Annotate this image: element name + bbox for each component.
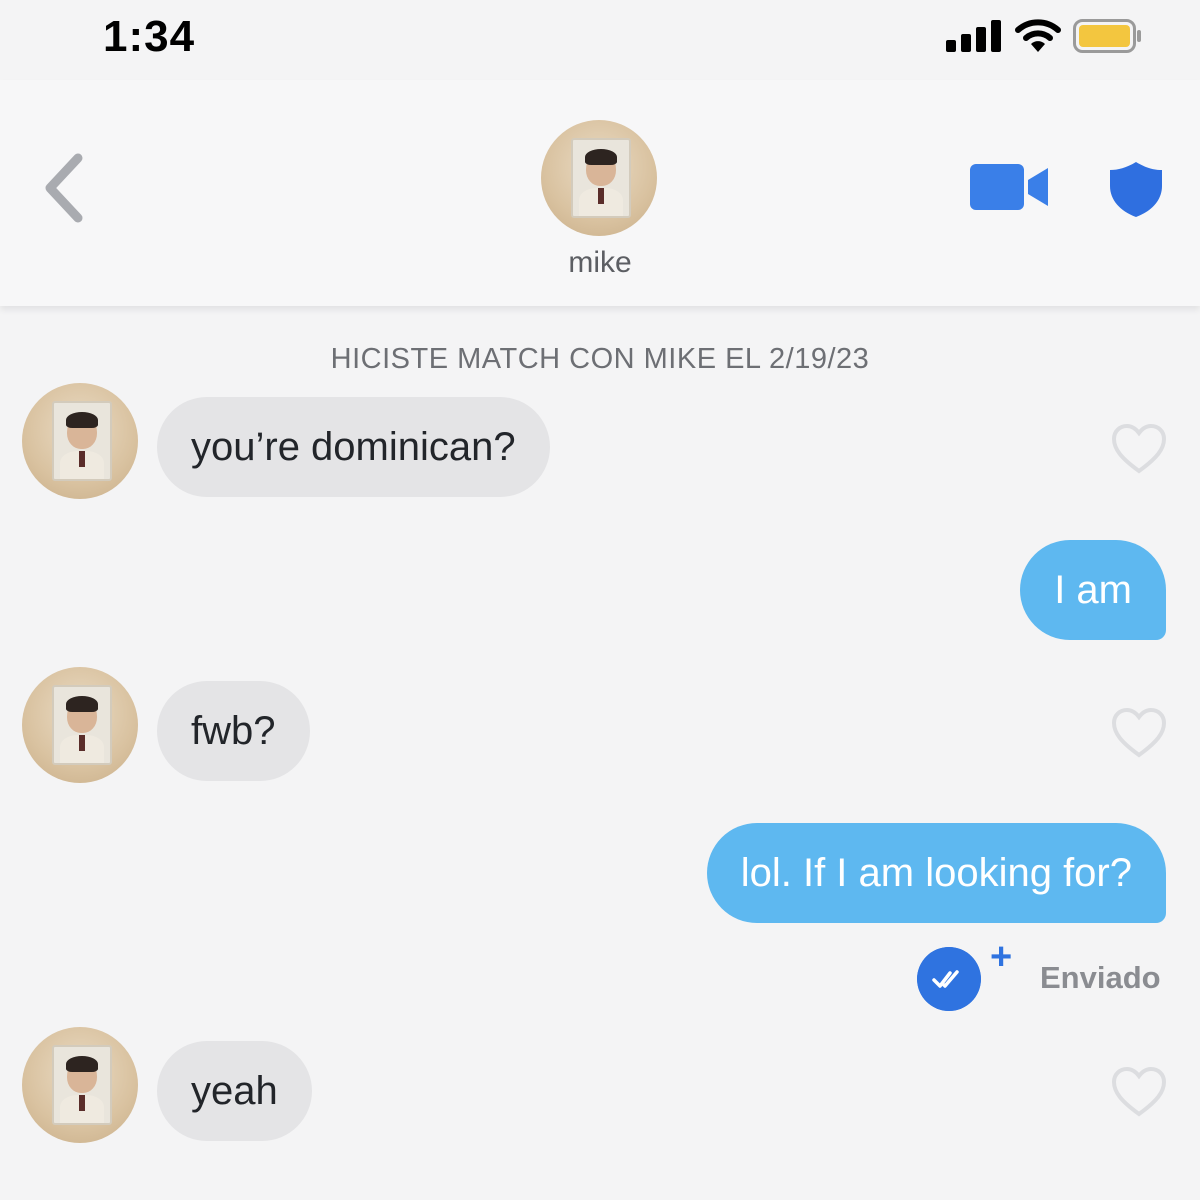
contact-name[interactable]: mike — [0, 246, 1200, 280]
status-time: 1:34 — [103, 12, 196, 61]
heart-icon[interactable] — [1111, 707, 1167, 759]
wifi-icon — [1015, 19, 1061, 52]
incoming-message[interactable]: you’re dominican? — [157, 397, 550, 497]
signal-icon — [946, 20, 1002, 52]
double-check-icon[interactable] — [917, 947, 981, 1011]
heart-icon[interactable] — [1111, 423, 1167, 475]
chat-header: mike — [0, 80, 1200, 306]
incoming-message[interactable]: fwb? — [157, 681, 310, 781]
outgoing-message[interactable]: lol. If I am looking for? — [706, 823, 1166, 923]
heart-icon[interactable] — [1111, 1066, 1167, 1118]
message-avatar[interactable] — [22, 667, 138, 783]
message-avatar[interactable] — [22, 1027, 138, 1143]
match-banner: HICISTE MATCH CON MIKE EL 2/19/23 — [330, 343, 870, 375]
message-avatar[interactable] — [22, 383, 138, 499]
incoming-message[interactable]: yeah — [157, 1041, 312, 1141]
contact-avatar[interactable] — [541, 120, 657, 236]
video-call-icon[interactable] — [970, 164, 1050, 210]
sent-status: Enviado — [1040, 960, 1161, 995]
shield-icon[interactable] — [1108, 160, 1164, 218]
battery-icon — [1073, 19, 1141, 53]
status-bar: 1:34 — [0, 0, 1200, 80]
outgoing-message[interactable]: I am — [1020, 540, 1166, 640]
plus-icon[interactable]: + — [990, 938, 1012, 976]
back-chevron-icon[interactable] — [38, 150, 90, 226]
